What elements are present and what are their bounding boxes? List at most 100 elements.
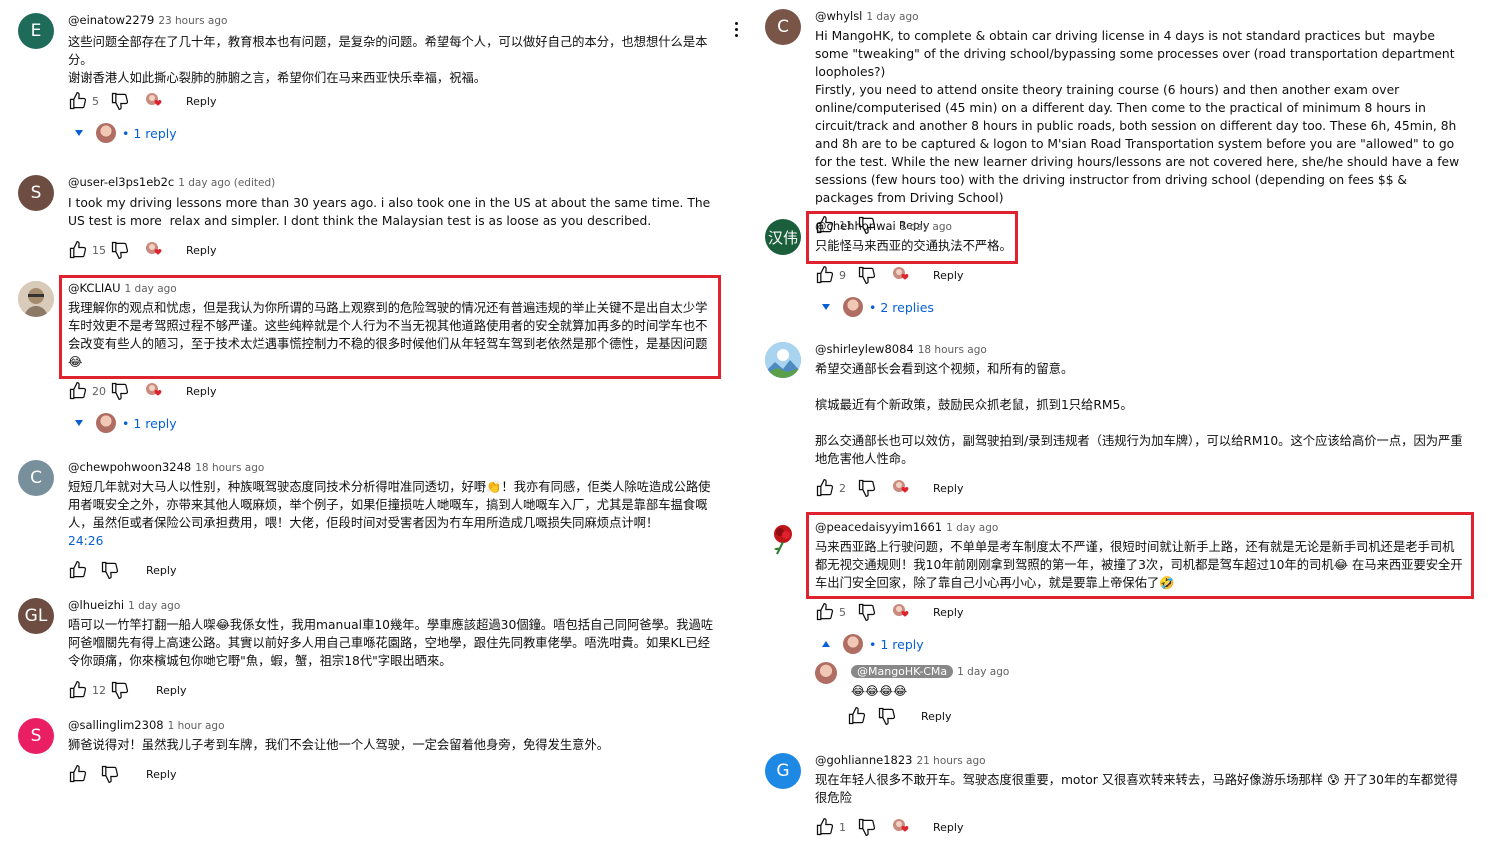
comment-author[interactable]: @sallinglim2308 bbox=[68, 718, 164, 732]
comment-text: 短短几年就对大马人以性别，种族嘅驾驶态度同技术分析得咁准同透切，好嘢👏！我亦有同… bbox=[68, 480, 711, 530]
reply-button[interactable]: Reply bbox=[921, 710, 951, 723]
thumbs-up-icon[interactable] bbox=[815, 478, 835, 498]
comment-actions: 2 Reply bbox=[815, 476, 1465, 500]
comment-author[interactable]: @user-el3ps1eb2c bbox=[68, 175, 174, 189]
comment-author[interactable]: @chewpohwoon3248 bbox=[68, 460, 191, 474]
more-actions-icon[interactable] bbox=[735, 22, 739, 40]
thumbs-up-icon[interactable] bbox=[68, 680, 88, 700]
thumbs-down-icon[interactable] bbox=[110, 240, 130, 260]
avatar[interactable]: S bbox=[18, 718, 54, 754]
thumbs-down-icon[interactable] bbox=[110, 381, 130, 401]
view-replies-button[interactable]: • 1 reply bbox=[74, 411, 718, 435]
thumbs-up-icon[interactable] bbox=[815, 817, 835, 837]
comment-actions: 5 Reply bbox=[68, 89, 718, 113]
reply-avatar bbox=[843, 634, 863, 654]
reply-button[interactable]: Reply bbox=[186, 244, 216, 257]
like-count: 1 bbox=[839, 820, 846, 834]
avatar[interactable]: 汉伟 bbox=[765, 219, 801, 255]
thumbs-down-icon[interactable] bbox=[857, 602, 877, 622]
creator-heart-icon bbox=[891, 602, 911, 622]
avatar[interactable] bbox=[18, 281, 54, 317]
thumbs-down-icon[interactable] bbox=[100, 764, 120, 784]
comment-actions: 20 Reply bbox=[68, 379, 718, 403]
comment-actions: 5 Reply bbox=[815, 600, 1465, 624]
comment-author[interactable]: @lhueizhi bbox=[68, 598, 124, 612]
creator-heart-icon bbox=[891, 478, 911, 498]
reply-button[interactable]: Reply bbox=[933, 821, 963, 834]
comment-time[interactable]: 23 hours ago bbox=[158, 15, 227, 27]
thumbs-down-icon[interactable] bbox=[857, 817, 877, 837]
nested-reply: @MangoHK-CMa 1 day ago 😂😂😂😂 Reply bbox=[815, 660, 1465, 730]
avatar[interactable]: E bbox=[18, 13, 54, 49]
thumbs-up-icon[interactable] bbox=[68, 560, 88, 580]
reply-button[interactable]: Reply bbox=[933, 606, 963, 619]
avatar[interactable] bbox=[765, 520, 801, 556]
avatar[interactable]: C bbox=[18, 460, 54, 496]
hide-replies-button[interactable]: • 1 reply bbox=[821, 632, 1465, 656]
comment-author[interactable]: @einatow2279 bbox=[68, 13, 154, 27]
reply-button[interactable]: Reply bbox=[186, 95, 216, 108]
thumbs-up-icon[interactable] bbox=[68, 381, 88, 401]
thumbs-down-icon[interactable] bbox=[100, 560, 120, 580]
replies-count: 1 reply bbox=[133, 415, 177, 431]
thumbs-up-icon[interactable] bbox=[815, 602, 835, 622]
comment-author[interactable]: @shirleylew8084 bbox=[815, 342, 914, 356]
avatar[interactable] bbox=[815, 662, 837, 684]
thumbs-down-icon[interactable] bbox=[857, 478, 877, 498]
thumbs-down-icon[interactable] bbox=[857, 265, 877, 285]
like-count: 5 bbox=[92, 94, 99, 108]
avatar[interactable]: G bbox=[765, 753, 801, 789]
comment-actions: 9 Reply bbox=[815, 263, 1465, 287]
thumbs-up-icon[interactable] bbox=[68, 91, 88, 111]
comment-text: I took my driving lessons more than 30 y… bbox=[68, 196, 715, 228]
view-replies-button[interactable]: • 1 reply bbox=[74, 121, 718, 145]
avatar[interactable] bbox=[765, 342, 801, 378]
like-count: 5 bbox=[839, 605, 846, 619]
thumbs-down-icon[interactable] bbox=[110, 91, 130, 111]
comment-author[interactable]: @whylsl bbox=[815, 9, 862, 23]
view-replies-button[interactable]: • 2 replies bbox=[821, 295, 1465, 319]
thumbs-down-icon[interactable] bbox=[110, 680, 130, 700]
avatar[interactable]: GL bbox=[18, 598, 54, 634]
reply-avatar bbox=[96, 123, 116, 143]
video-timestamp-link[interactable]: 24:26 bbox=[68, 532, 718, 550]
comment-time[interactable]: 18 hours ago bbox=[918, 344, 987, 356]
comment-text: 唔可以一竹竿打翻一船人㗎😂我係女性，我用manual車10幾年。學車應該超過30… bbox=[68, 618, 714, 668]
reply-button[interactable]: Reply bbox=[933, 482, 963, 495]
comment-time[interactable]: 1 hour ago bbox=[168, 720, 225, 732]
avatar[interactable]: S bbox=[18, 175, 54, 211]
reply-button[interactable]: Reply bbox=[156, 684, 186, 697]
reply-button[interactable]: Reply bbox=[146, 564, 176, 577]
comment-time[interactable]: 1 day ago bbox=[128, 600, 180, 612]
comment-time[interactable]: 1 day ago bbox=[957, 666, 1009, 678]
comment-time[interactable]: 1 day ago (edited) bbox=[178, 177, 275, 189]
thumbs-up-icon[interactable] bbox=[815, 265, 835, 285]
comment-time[interactable]: 21 hours ago bbox=[916, 755, 985, 767]
comment-author[interactable]: @gohlianne1823 bbox=[815, 753, 912, 767]
comment-text: 😂😂😂😂 bbox=[851, 684, 908, 698]
comment-time[interactable]: 18 hours ago bbox=[195, 462, 264, 474]
creator-heart-icon bbox=[144, 240, 164, 260]
like-count: 2 bbox=[839, 481, 846, 495]
reply-button[interactable]: Reply bbox=[146, 768, 176, 781]
comment-time[interactable]: 1 day ago bbox=[866, 11, 918, 23]
comment-actions: Reply bbox=[68, 558, 718, 582]
reply-button[interactable]: Reply bbox=[933, 269, 963, 282]
creator-heart-icon bbox=[891, 817, 911, 837]
comment-text: 狮爸说得对！虽然我儿子考到车牌，我们不会让他一个人驾驶，一定会留着他身旁，免得发… bbox=[68, 738, 610, 752]
creator-badge[interactable]: @MangoHK-CMa bbox=[851, 665, 954, 678]
reply-button[interactable]: Reply bbox=[186, 385, 216, 398]
thumbs-up-icon[interactable] bbox=[847, 706, 867, 726]
like-count: 12 bbox=[92, 683, 106, 697]
replies-count: 2 replies bbox=[880, 299, 934, 315]
comment-actions: Reply bbox=[68, 762, 718, 786]
comment-text: 希望交通部长会看到这个视频，和所有的留意。 槟城最近有个新政策，鼓励民众抓老鼠，… bbox=[815, 362, 1463, 466]
thumbs-up-icon[interactable] bbox=[68, 764, 88, 784]
thumbs-up-icon[interactable] bbox=[68, 240, 88, 260]
creator-heart-icon bbox=[891, 265, 911, 285]
thumbs-down-icon[interactable] bbox=[877, 706, 897, 726]
avatar[interactable]: C bbox=[765, 9, 801, 45]
comment-actions: Reply bbox=[847, 704, 951, 728]
replies-count: 1 reply bbox=[880, 636, 924, 652]
caret-down-icon bbox=[822, 304, 830, 310]
